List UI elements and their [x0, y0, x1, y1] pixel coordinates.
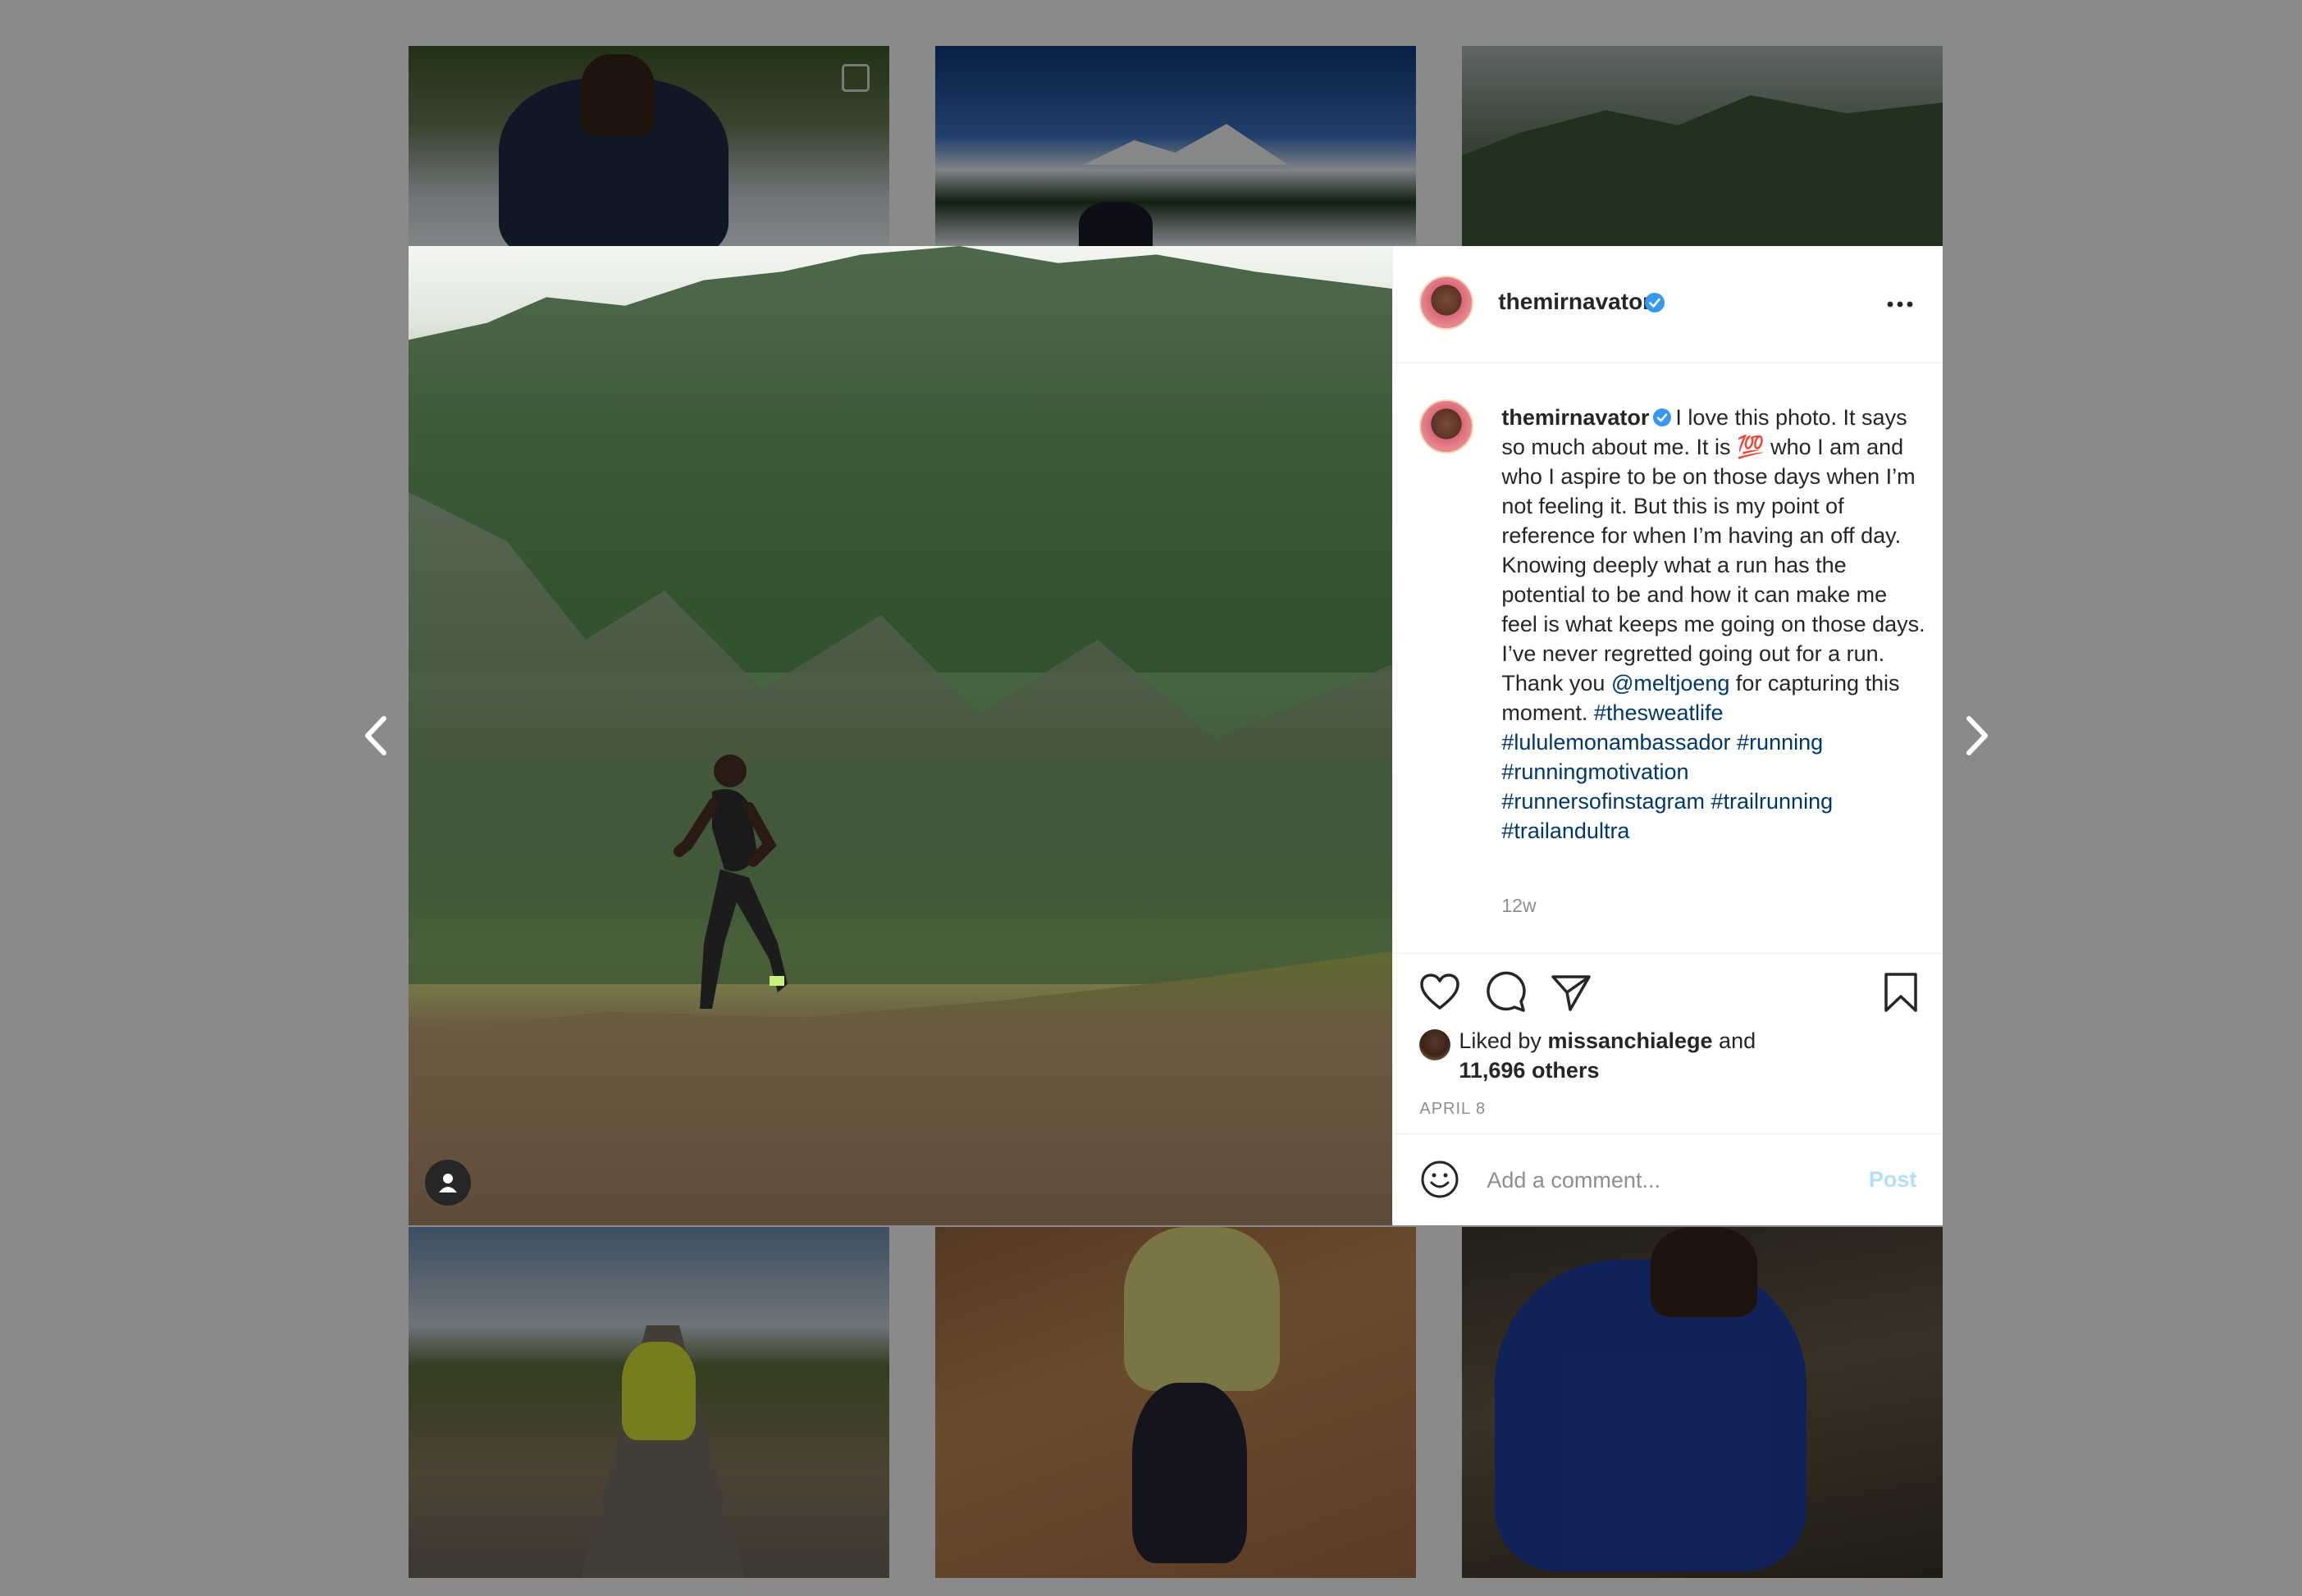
verified-badge-icon [1645, 293, 1665, 312]
post-photo[interactable] [409, 246, 1393, 1225]
post-comment-button[interactable]: Post [1869, 1167, 1917, 1192]
action-bar: Liked by missanchialege and 11,696 other… [1393, 953, 1943, 1134]
grid-thumbnail[interactable] [409, 1227, 889, 1578]
caption-area: themirnavator I love this photo. It says … [1393, 363, 1943, 952]
grid-thumbnail[interactable] [935, 46, 1416, 246]
post-sidebar: themirnavator themirnavator I love this p… [1392, 246, 1943, 1225]
hashtag-link[interactable]: #trailrunning [1711, 789, 1834, 814]
post-modal: themirnavator themirnavator I love this p… [409, 246, 1943, 1225]
heart-icon[interactable] [1418, 970, 1462, 1015]
caption-username[interactable]: themirnavator [1501, 405, 1649, 430]
chevron-left-icon[interactable] [354, 714, 399, 758]
hashtag-link[interactable]: #trailandultra [1501, 819, 1629, 843]
more-options-icon[interactable] [1885, 300, 1915, 308]
share-icon[interactable] [1549, 970, 1593, 1015]
caption-text-part: who I am and who I aspire to be on those… [1501, 435, 1925, 666]
thumbnail-overlay [409, 46, 889, 246]
thumbnail-overlay [1462, 46, 1943, 246]
grid-thumbnail[interactable] [1462, 1227, 1943, 1578]
hashtag-link[interactable]: #lululemonambassador [1501, 730, 1730, 755]
grid-thumbnail[interactable] [1462, 46, 1943, 246]
hashtag-link[interactable]: #running [1737, 730, 1823, 755]
header-username[interactable]: themirnavator [1498, 289, 1651, 315]
photo-trail [409, 951, 1393, 1225]
caption-text: themirnavator I love this photo. It says … [1501, 403, 1928, 846]
likes-others-link[interactable]: 11,696 others [1459, 1058, 1599, 1083]
mention-link[interactable]: @meltjoeng [1611, 671, 1729, 695]
hashtag-link[interactable]: #runnersofinstagram [1501, 789, 1705, 814]
likes-summary: Liked by missanchialege and 11,696 other… [1459, 1026, 1918, 1085]
thumbnail-overlay [409, 1227, 889, 1578]
hashtag-link[interactable]: #thesweatlife [1594, 700, 1724, 725]
avatar[interactable] [1419, 276, 1474, 330]
post-date[interactable]: APRIL 8 [1419, 1100, 1486, 1119]
caption-text-part: Thank you [1501, 671, 1611, 695]
emoji-icon[interactable] [1418, 1157, 1462, 1202]
comment-icon[interactable] [1483, 970, 1528, 1015]
bookmark-icon[interactable] [1879, 970, 1923, 1015]
post-header: themirnavator [1393, 246, 1943, 363]
user-tag-icon[interactable] [425, 1160, 471, 1206]
grid-thumbnail[interactable] [409, 46, 889, 246]
liker-avatar[interactable] [1419, 1029, 1451, 1060]
avatar[interactable] [1419, 399, 1474, 454]
verified-badge-icon [1653, 408, 1672, 426]
caption-timestamp[interactable]: 12w [1501, 895, 1536, 917]
likes-prefix: Liked by [1459, 1028, 1548, 1053]
likes-middle: and [1712, 1028, 1756, 1053]
hashtag-link[interactable]: #runningmotivation [1501, 759, 1688, 784]
chevron-right-icon[interactable] [1954, 714, 1998, 758]
comment-bar: Post [1393, 1133, 1943, 1226]
thumbnail-overlay [1462, 1227, 1943, 1578]
liker-username[interactable]: missanchialege [1547, 1028, 1712, 1053]
thumbnail-overlay [935, 46, 1416, 246]
grid-thumbnail[interactable] [935, 1227, 1416, 1578]
photo-runner-figure [674, 755, 788, 1009]
comment-input[interactable] [1485, 1159, 1817, 1202]
hundred-points-emoji: 💯 [1736, 435, 1765, 459]
thumbnail-overlay [935, 1227, 1416, 1578]
